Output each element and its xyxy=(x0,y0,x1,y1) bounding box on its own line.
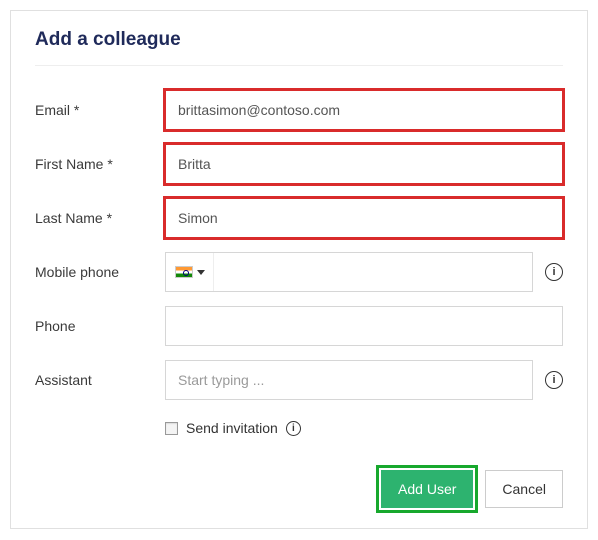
label-send-invitation: Send invitation xyxy=(186,420,278,436)
row-phone: Phone xyxy=(35,306,563,346)
mobile-phone-group xyxy=(165,252,533,292)
field-wrap-assistant: i xyxy=(165,360,563,400)
row-send-invitation: Send invitation i xyxy=(165,414,563,446)
field-wrap-firstname xyxy=(165,144,563,184)
add-user-button[interactable]: Add User xyxy=(381,470,473,508)
label-firstname: First Name * xyxy=(35,156,165,172)
row-assistant: Assistant i xyxy=(35,360,563,400)
dialog-title: Add a colleague xyxy=(35,29,563,51)
email-field[interactable] xyxy=(165,90,563,130)
field-wrap-mobile: i xyxy=(165,252,563,292)
row-lastname: Last Name * xyxy=(35,198,563,238)
row-email: Email * xyxy=(35,90,563,130)
dialog-header: Add a colleague xyxy=(11,11,587,65)
add-colleague-dialog: Add a colleague Email * First Name * Las… xyxy=(10,10,588,529)
send-invitation-checkbox[interactable] xyxy=(165,422,178,435)
mobile-field[interactable] xyxy=(214,253,532,291)
firstname-field[interactable] xyxy=(165,144,563,184)
label-email: Email * xyxy=(35,102,165,118)
label-assistant: Assistant xyxy=(35,372,165,388)
row-firstname: First Name * xyxy=(35,144,563,184)
chevron-down-icon xyxy=(197,270,205,275)
label-mobile: Mobile phone xyxy=(35,264,165,280)
form: Email * First Name * Last Name * Mobile … xyxy=(11,66,587,456)
field-wrap-email xyxy=(165,90,563,130)
info-icon[interactable]: i xyxy=(545,263,563,281)
row-mobile: Mobile phone i xyxy=(35,252,563,292)
flag-icon xyxy=(175,266,193,278)
cancel-button[interactable]: Cancel xyxy=(485,470,563,508)
country-selector[interactable] xyxy=(166,253,214,291)
info-icon[interactable]: i xyxy=(286,421,301,436)
field-wrap-lastname xyxy=(165,198,563,238)
info-icon[interactable]: i xyxy=(545,371,563,389)
lastname-field[interactable] xyxy=(165,198,563,238)
phone-field[interactable] xyxy=(165,306,563,346)
field-wrap-phone xyxy=(165,306,563,346)
assistant-field[interactable] xyxy=(165,360,533,400)
label-phone: Phone xyxy=(35,318,165,334)
label-lastname: Last Name * xyxy=(35,210,165,226)
dialog-actions: Add User Cancel xyxy=(11,456,587,528)
